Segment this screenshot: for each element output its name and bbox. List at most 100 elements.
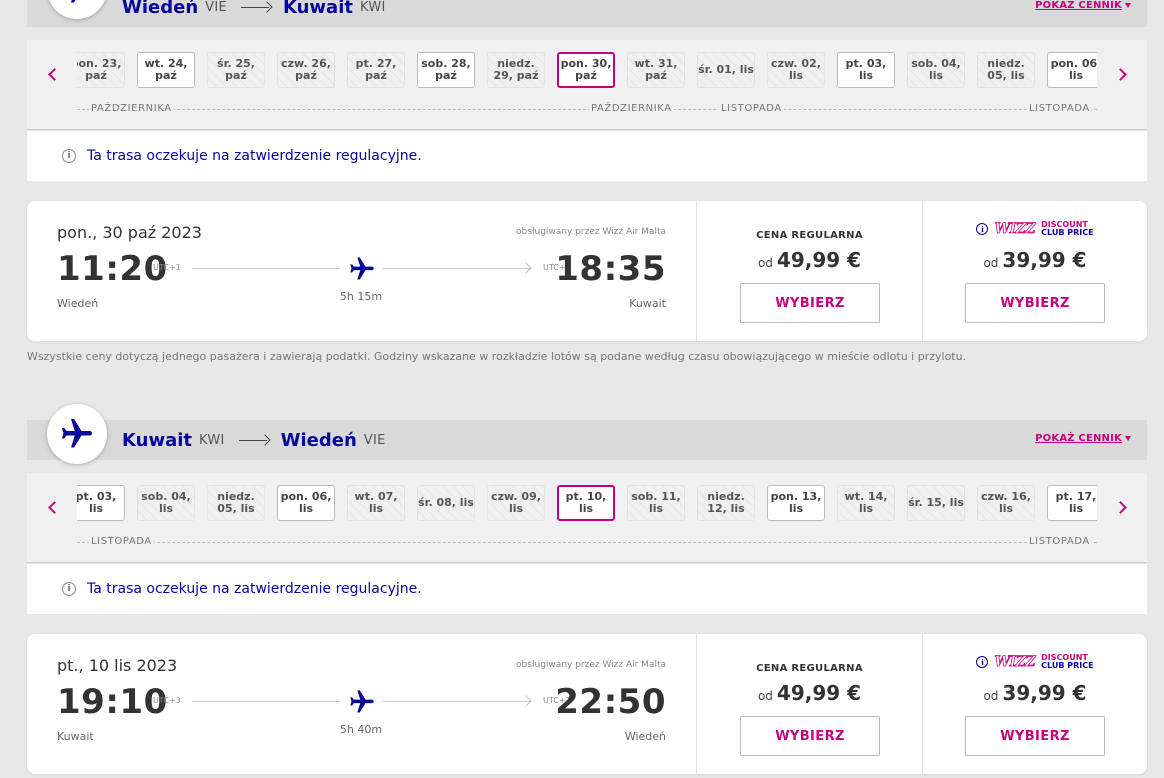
outbound-section: Wiedeń VIE Kuwait KWI POKAŻ CENNIK pon. …: [27, 0, 1147, 347]
day-option[interactable]: pt. 03, lis: [837, 52, 895, 88]
day-option[interactable]: sob. 04, lis: [907, 52, 965, 88]
day-option[interactable]: niedz. 05, lis: [977, 52, 1035, 88]
day-option[interactable]: śr. 08, lis: [417, 485, 475, 521]
day-label: pt. 10, lis: [565, 490, 607, 515]
club-line2: CLUB PRICE: [1041, 228, 1094, 237]
day-label: czw. 16, lis: [981, 490, 1031, 515]
plane-icon: [350, 690, 374, 713]
from-label: od: [757, 689, 773, 703]
plane-icon: [350, 257, 374, 280]
club-line2: CLUB PRICE: [1041, 661, 1094, 670]
regular-price: 49,99 €: [776, 681, 862, 705]
day-selected[interactable]: pon. 30, paź: [557, 52, 615, 88]
arrival-city: Kuwait: [629, 297, 666, 310]
day-label: pt. 03, lis: [845, 57, 887, 82]
day-option[interactable]: pon. 13, lis: [767, 485, 825, 521]
month-indicator: PAŹDZIERNIKA PAŹDZIERNIKA LISTOPADA LIST…: [77, 103, 1097, 115]
chevron-left-icon[interactable]: [42, 64, 62, 84]
day-option[interactable]: czw. 16, lis: [977, 485, 1035, 521]
month-label: LISTOPADA: [719, 103, 784, 114]
route-header: Wiedeń VIE Kuwait KWI POKAŻ CENNIK: [27, 0, 1147, 27]
regular-price: 49,99 €: [776, 248, 862, 272]
route-title: Kuwait KWI Wiedeń VIE: [122, 420, 400, 460]
info-icon[interactable]: i: [976, 656, 989, 668]
flight-date: pon., 30 paź 2023: [57, 223, 202, 242]
select-regular-button[interactable]: WYBIERZ: [740, 283, 880, 323]
select-club-button[interactable]: WYBIERZ: [965, 716, 1105, 756]
day-label: śr. 15, lis: [908, 496, 964, 509]
show-prices-link[interactable]: POKAŻ CENNIK: [1035, 433, 1131, 444]
day-selected[interactable]: pt. 10, lis: [557, 485, 615, 521]
info-icon[interactable]: i: [976, 223, 989, 235]
route-arrow-icon: [238, 435, 269, 445]
day-option[interactable]: śr. 01, lis: [697, 52, 755, 88]
day-option[interactable]: śr. 15, lis: [907, 485, 965, 521]
day-label: czw. 26, paź: [281, 57, 331, 82]
day-option[interactable]: niedz. 12, lis: [697, 485, 755, 521]
show-prices-link[interactable]: POKAŻ CENNIK: [1035, 0, 1131, 11]
day-option[interactable]: śr. 25, paź: [207, 52, 265, 88]
day-option[interactable]: pon. 06, lis: [277, 485, 335, 521]
caret-down-icon: [1125, 435, 1131, 441]
day-option[interactable]: pt. 17, lis: [1047, 485, 1097, 521]
day-option[interactable]: pt. 03, lis: [77, 485, 125, 521]
club-price-column: i WIZZ DISCOUNT CLUB PRICE od 39,99 € WYBI…: [922, 634, 1147, 774]
day-label: pt. 03, lis: [77, 490, 117, 515]
day-label: pon. 13, lis: [770, 490, 822, 515]
departure-city: Kuwait: [57, 730, 94, 743]
day-option[interactable]: wt. 14, lis: [837, 485, 895, 521]
departure-timezone: UTC+3: [153, 696, 181, 705]
day-option[interactable]: czw. 09, lis: [487, 485, 545, 521]
regulatory-notice: i Ta trasa oczekuje na zatwierdzenie reg…: [27, 564, 1147, 614]
day-option[interactable]: czw. 26, paź: [277, 52, 335, 88]
select-club-button[interactable]: WYBIERZ: [965, 283, 1105, 323]
day-option[interactable]: wt. 24, paź: [137, 52, 195, 88]
day-option[interactable]: wt. 07, lis: [347, 485, 405, 521]
date-strip: pon. 23, paź wt. 24, paź śr. 25, paź czw. 2…: [27, 40, 1147, 130]
day-label: pt. 17, lis: [1055, 490, 1097, 515]
select-regular-button[interactable]: WYBIERZ: [740, 716, 880, 756]
day-option[interactable]: pon. 23, paź: [77, 52, 125, 88]
day-label: pon. 06, lis: [280, 490, 332, 515]
chevron-right-icon[interactable]: [1112, 497, 1132, 517]
arrival-time: 18:35: [555, 249, 666, 289]
day-label: śr. 01, lis: [698, 63, 754, 76]
day-option[interactable]: pon. 06, lis: [1047, 52, 1097, 88]
date-strip: pt. 03, lis sob. 04, lis niedz. 05, lis pon…: [27, 473, 1147, 563]
route-to-code: VIE: [363, 432, 386, 448]
day-label: niedz. 12, lis: [707, 490, 745, 515]
day-option[interactable]: sob. 11, lis: [627, 485, 685, 521]
plane-icon: [62, 0, 92, 3]
month-label: PAŹDZIERNIKA: [89, 103, 174, 114]
day-label: sob. 11, lis: [631, 490, 681, 515]
day-option[interactable]: niedz. 29, paź: [487, 52, 545, 88]
chevron-right-icon[interactable]: [1112, 64, 1132, 84]
day-option[interactable]: niedz. 05, lis: [207, 485, 265, 521]
regular-price-column: CENA REGULARNA od 49,99 € WYBIERZ: [696, 201, 922, 341]
inbound-section: Kuwait KWI Wiedeń VIE POKAŻ CENNIK pt. 0…: [27, 404, 1147, 778]
day-label: śr. 08, lis: [418, 496, 474, 509]
day-label: wt. 31, paź: [634, 57, 678, 82]
day-label: wt. 24, paź: [144, 57, 188, 82]
day-list: pt. 03, lis sob. 04, lis niedz. 05, lis pon…: [77, 485, 1097, 523]
flight-date: pt., 10 lis 2023: [57, 656, 178, 675]
day-label: wt. 14, lis: [844, 490, 888, 515]
chevron-left-icon[interactable]: [42, 497, 62, 517]
day-label: sob. 04, lis: [141, 490, 191, 515]
flight-card: pt., 10 lis 2023 obsługiwany przez Wizz …: [27, 634, 1147, 774]
route-to-city: Kuwait: [282, 0, 353, 18]
day-option[interactable]: pt. 27, paź: [347, 52, 405, 88]
day-option[interactable]: wt. 31, paź: [627, 52, 685, 88]
day-label: pon. 30, paź: [560, 57, 612, 82]
club-price-column: i WIZZ DISCOUNT CLUB PRICE od 39,99 € WYBI…: [922, 201, 1147, 341]
day-option[interactable]: czw. 02, lis: [767, 52, 825, 88]
flight-duration: 5h 40m: [339, 723, 383, 736]
info-icon: i: [62, 149, 76, 163]
day-label: niedz. 05, lis: [987, 57, 1025, 82]
day-option[interactable]: sob. 04, lis: [137, 485, 195, 521]
day-label: pt. 27, paź: [355, 57, 397, 82]
day-option[interactable]: sob. 28, paź: [417, 52, 475, 88]
day-label: sob. 04, lis: [911, 57, 961, 82]
flight-card: pon., 30 paź 2023 obsługiwany przez Wizz…: [27, 201, 1147, 341]
from-label: od: [983, 689, 999, 703]
